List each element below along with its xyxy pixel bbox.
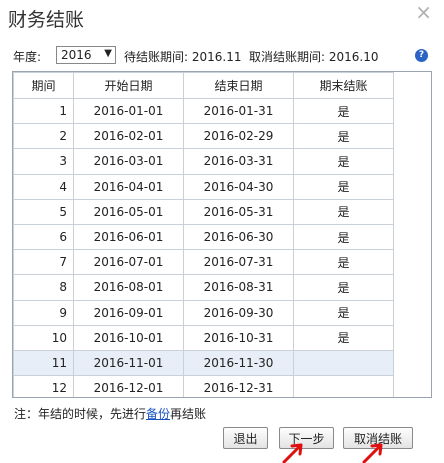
cell-end-date: 2016-10-31: [183, 324, 294, 351]
help-icon[interactable]: ?: [415, 49, 428, 62]
cell-start-date: 2016-08-01: [73, 274, 184, 301]
cell-closed: 是: [293, 97, 394, 125]
year-select[interactable]: 2016 ▼: [56, 46, 116, 64]
cell-start-date: 2016-10-01: [73, 324, 184, 351]
cell-start-date: 2016-12-01: [73, 375, 184, 397]
cell-end-date: 2016-06-30: [183, 223, 294, 251]
cell-end-date: 2016-08-31: [183, 274, 294, 301]
note-suffix: 再结账: [170, 407, 207, 421]
cell-period: 1: [13, 97, 74, 125]
table-row[interactable]: 4 2016-04-01 2016-04-30 是: [13, 173, 394, 200]
cell-start-date: 2016-04-01: [73, 173, 184, 200]
cell-end-date: 2016-04-30: [183, 173, 294, 200]
close-icon[interactable]: ×: [415, 1, 432, 23]
grid-empty-area: [394, 72, 431, 397]
table-row[interactable]: 3 2016-03-01 2016-03-31 是: [13, 148, 394, 175]
cell-end-date: 2016-02-29: [183, 123, 294, 150]
cell-end-date: 2016-07-31: [183, 249, 294, 276]
table-row[interactable]: 5 2016-05-01 2016-05-31 是: [13, 198, 394, 225]
cell-end-date: 2016-09-30: [183, 299, 294, 326]
cell-period: 5: [13, 198, 74, 225]
table-row[interactable]: 7 2016-07-01 2016-07-31 是: [13, 249, 394, 276]
period-grid: 期间 开始日期 结束日期 期末结账 1 2016-01-01 2016-01-31 是…: [12, 71, 432, 398]
cell-closed: 是: [293, 324, 394, 351]
table-header-row: 期间 开始日期 结束日期 期末结账: [13, 72, 394, 99]
red-arrow-icon: [362, 443, 383, 463]
cell-period: 2: [13, 123, 74, 150]
dialog-title: 财务结账: [8, 9, 85, 31]
cell-closed: 是: [293, 198, 394, 225]
cell-start-date: 2016-02-01: [73, 123, 184, 150]
period-table: 期间 开始日期 结束日期 期末结账 1 2016-01-01 2016-01-31 是…: [13, 72, 394, 397]
cell-period: 8: [13, 274, 74, 301]
cell-closed: 是: [293, 148, 394, 175]
cell-start-date: 2016-09-01: [73, 299, 184, 326]
cell-start-date: 2016-11-01: [73, 349, 184, 377]
cell-period: 6: [13, 223, 74, 251]
cell-period: 7: [13, 249, 74, 276]
note-prefix: 注：年结的时候，先进行: [14, 407, 147, 421]
cell-closed: 是: [293, 274, 394, 301]
header-period: 期间: [13, 72, 74, 99]
backup-link[interactable]: 备份: [146, 407, 170, 421]
table-row[interactable]: 12 2016-12-01 2016-12-31: [13, 375, 394, 397]
title-bar: 财务结账 ×: [0, 0, 444, 34]
header-end-date: 结束日期: [183, 72, 294, 99]
cell-period: 4: [13, 173, 74, 200]
cell-end-date: 2016-05-31: [183, 198, 294, 225]
exit-button[interactable]: 退出: [223, 427, 268, 449]
red-arrow-icon: [282, 443, 303, 463]
cancel-period-text: 取消结账期间: 2016.10: [249, 50, 379, 64]
cell-closed: 是: [293, 173, 394, 200]
cell-end-date: 2016-11-30: [183, 349, 294, 377]
header-period-close: 期末结账: [293, 72, 394, 99]
table-row[interactable]: 1 2016-01-01 2016-01-31 是: [13, 97, 394, 125]
table-body: 1 2016-01-01 2016-01-31 是 2 2016-02-01 2016-02…: [13, 97, 394, 397]
pending-period-text: 待结账期间: 2016.11: [124, 50, 242, 64]
cell-start-date: 2016-07-01: [73, 249, 184, 276]
year-value: 2016: [61, 48, 92, 62]
header-start-date: 开始日期: [73, 72, 184, 99]
cell-start-date: 2016-06-01: [73, 223, 184, 251]
cell-period: 9: [13, 299, 74, 326]
cell-period: 11: [13, 349, 74, 377]
dropdown-arrow-icon: ▼: [104, 48, 112, 59]
cell-closed: [293, 349, 394, 377]
backup-note: 注：年结的时候，先进行备份再结账: [14, 405, 206, 422]
cell-closed: 是: [293, 223, 394, 251]
cell-end-date: 2016-03-31: [183, 148, 294, 175]
cell-period: 12: [13, 375, 74, 397]
financial-close-dialog: 财务结账 × 年度: 2016 ▼ 待结账期间: 2016.11 取消结账期间:…: [0, 0, 444, 463]
cell-closed: 是: [293, 249, 394, 276]
cell-start-date: 2016-03-01: [73, 148, 184, 175]
cell-start-date: 2016-05-01: [73, 198, 184, 225]
table-row[interactable]: 11 2016-11-01 2016-11-30: [13, 349, 394, 377]
cell-start-date: 2016-01-01: [73, 97, 184, 125]
filter-row: 年度: 2016 ▼ 待结账期间: 2016.11 取消结账期间: 2016.1…: [13, 46, 433, 66]
cell-end-date: 2016-12-31: [183, 375, 294, 397]
table-row[interactable]: 10 2016-10-01 2016-10-31 是: [13, 324, 394, 351]
table-row[interactable]: 6 2016-06-01 2016-06-30 是: [13, 223, 394, 251]
table-row[interactable]: 9 2016-09-01 2016-09-30 是: [13, 299, 394, 326]
cell-closed: [293, 375, 394, 397]
table-row[interactable]: 8 2016-08-01 2016-08-31 是: [13, 274, 394, 301]
cell-period: 3: [13, 148, 74, 175]
cell-end-date: 2016-01-31: [183, 97, 294, 125]
table-row[interactable]: 2 2016-02-01 2016-02-29 是: [13, 123, 394, 150]
year-label: 年度:: [13, 50, 42, 64]
cell-period: 10: [13, 324, 74, 351]
cell-closed: 是: [293, 123, 394, 150]
cell-closed: 是: [293, 299, 394, 326]
